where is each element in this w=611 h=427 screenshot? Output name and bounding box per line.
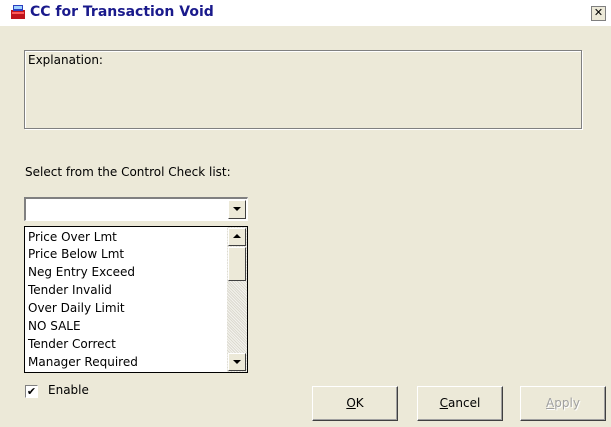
scroll-down-button[interactable]: [228, 353, 246, 371]
cancel-label-rest: ancel: [448, 396, 481, 410]
close-button[interactable]: ✕: [591, 6, 606, 21]
scroll-up-button[interactable]: [228, 228, 246, 246]
enable-label: Enable: [48, 383, 89, 397]
list-item[interactable]: Manager Required: [25, 353, 224, 371]
chevron-down-icon: [233, 207, 241, 211]
list-item[interactable]: NO SALE: [25, 317, 224, 335]
apply-button[interactable]: Apply: [520, 386, 606, 421]
list-item[interactable]: Over Daily Limit: [25, 299, 224, 317]
list-item[interactable]: Tender Invalid: [25, 281, 224, 299]
ok-mnemonic: O: [346, 396, 356, 410]
scroll-up-icon: [233, 234, 241, 238]
apply-label-rest: pply: [554, 396, 580, 410]
window-title: CC for Transaction Void: [30, 4, 214, 20]
check-icon: ✔: [26, 385, 37, 398]
enable-checkbox[interactable]: ✔: [25, 385, 38, 398]
ok-label-rest: K: [355, 396, 364, 410]
control-check-list[interactable]: Price Over Lmt Price Below Lmt Neg Entry…: [24, 226, 248, 373]
scrollbar-thumb[interactable]: [228, 247, 246, 281]
control-check-label: Select from the Control Check list:: [25, 165, 231, 179]
close-icon: ✕: [593, 6, 604, 19]
ok-button[interactable]: OK: [312, 386, 398, 421]
explanation-box: [24, 50, 582, 129]
vertical-scrollbar[interactable]: [227, 227, 247, 372]
list-item[interactable]: Price Below Lmt: [25, 245, 224, 263]
scroll-down-icon: [233, 360, 241, 364]
explanation-label: Explanation:: [28, 53, 103, 67]
cash-register-icon: [11, 5, 25, 19]
list-item[interactable]: Neg Entry Exceed: [25, 263, 224, 281]
list-item[interactable]: Price Over Lmt: [25, 227, 224, 245]
list-items: Price Over Lmt Price Below Lmt Neg Entry…: [25, 227, 224, 371]
list-item[interactable]: Tender Correct: [25, 335, 224, 353]
title-bar: CC for Transaction Void ✕: [0, 0, 611, 26]
cancel-mnemonic: C: [439, 396, 449, 410]
control-check-combobox[interactable]: [24, 197, 248, 221]
combobox-dropdown-button[interactable]: [228, 200, 246, 219]
cancel-button[interactable]: Cancel: [417, 386, 503, 421]
